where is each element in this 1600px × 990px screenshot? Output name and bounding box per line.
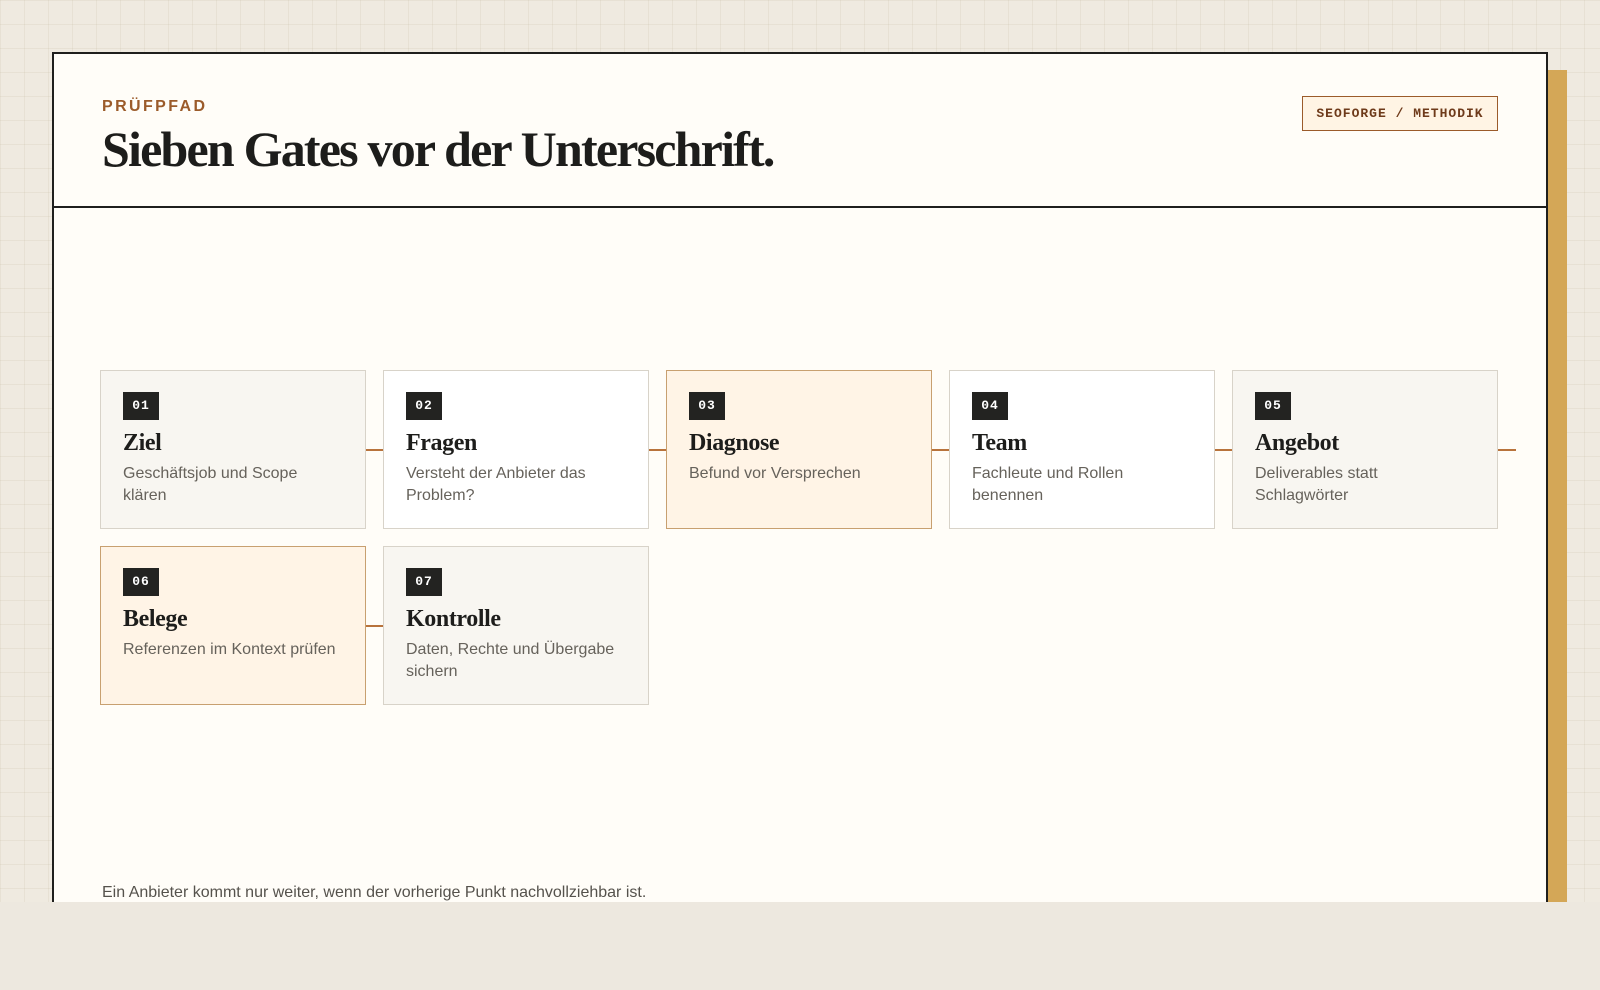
gate-card-angebot[interactable]: 05 Angebot Deliverables statt Schlagwört… [1232, 370, 1498, 529]
gate-number: 06 [123, 568, 159, 596]
gate-card-belege[interactable]: 06 Belege Referenzen im Kontext prüfen [100, 546, 366, 705]
gate-title: Team [972, 430, 1027, 456]
page-title: Sieben Gates vor der Unterschrift. [102, 121, 775, 177]
footer-note: Ein Anbieter kommt nur weiter, wenn der … [102, 884, 647, 901]
gate-title: Angebot [1255, 430, 1339, 456]
gate-connector [649, 449, 667, 451]
main-panel: PRÜFPFAD Sieben Gates vor der Unterschri… [52, 52, 1548, 922]
gate-connector [366, 625, 384, 627]
gate-description: Fachleute und Rollen benennen [972, 465, 1124, 504]
gate-number: 02 [406, 392, 442, 420]
bottom-band-overlay [0, 902, 1600, 990]
gate-number: 05 [1255, 392, 1291, 420]
gate-description: Geschäftsjob und Scope klären [123, 465, 298, 504]
gate-card-kontrolle[interactable]: 07 Kontrolle Daten, Rechte und Übergabe … [383, 546, 649, 705]
method-badge: SEOFORGE / METHODIK [1302, 96, 1498, 131]
panel-header: PRÜFPFAD Sieben Gates vor der Unterschri… [54, 54, 1546, 208]
gate-title: Kontrolle [406, 606, 501, 632]
gate-number: 07 [406, 568, 442, 596]
gate-card-ziel[interactable]: 01 Ziel Geschäftsjob und Scope klären [100, 370, 366, 529]
gate-card-team[interactable]: 04 Team Fachleute und Rollen benennen [949, 370, 1215, 529]
gate-description: Deliverables statt Schlagwörter [1255, 465, 1378, 504]
gate-connector [1215, 449, 1233, 451]
gate-card-diagnose[interactable]: 03 Diagnose Befund vor Versprechen [666, 370, 932, 529]
gate-connector [1498, 449, 1516, 451]
gate-description: Referenzen im Kontext prüfen [123, 641, 336, 658]
gate-description: Daten, Rechte und Übergabe sichern [406, 641, 615, 680]
gate-number: 04 [972, 392, 1008, 420]
gate-connector [366, 449, 384, 451]
gate-title: Diagnose [689, 430, 780, 456]
gate-number: 01 [123, 392, 159, 420]
gate-description: Versteht der Anbieter das Problem? [406, 465, 586, 504]
gate-title: Ziel [123, 430, 162, 456]
gate-description: Befund vor Versprechen [689, 465, 861, 482]
gate-title: Fragen [406, 430, 477, 456]
gate-connector [932, 449, 950, 451]
gate-title: Belege [123, 606, 188, 632]
gate-card-fragen[interactable]: 02 Fragen Versteht der Anbieter das Prob… [383, 370, 649, 529]
gate-number: 03 [689, 392, 725, 420]
eyebrow-label: PRÜFPFAD [102, 98, 208, 115]
